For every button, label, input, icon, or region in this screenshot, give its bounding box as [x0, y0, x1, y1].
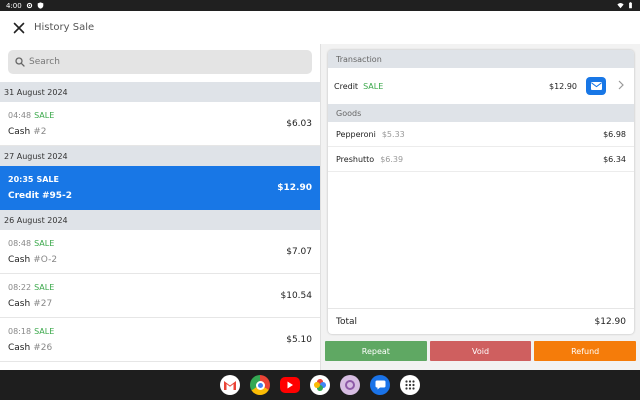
sale-method-line: Cash #27 [8, 299, 52, 309]
shield-icon [37, 2, 44, 9]
sales-history-panel: 31 August 2024 04:48SALE Cash#2 $6.03 27… [0, 44, 320, 370]
sale-number: #95-2 [41, 191, 73, 201]
sale-row[interactable]: 08:48 SALE Cash #O-2 $7.07 [0, 230, 320, 274]
youtube-icon[interactable] [280, 377, 300, 393]
gmail-icon[interactable] [220, 375, 240, 395]
sale-time: 20:35 [8, 175, 34, 184]
sale-kind: SALE [34, 283, 55, 292]
sale-row[interactable]: 04:48 SALE Cash #2 $6.03 [0, 102, 320, 146]
date-group-header: 31 August 2024 [0, 82, 320, 102]
date-group-header: 26 August 2024 [0, 210, 320, 230]
date-group-header: 27 August 2024 [0, 146, 320, 166]
sale-detail-card: Transaction Credit SALE $12.90 Goods Pep… [328, 50, 634, 334]
app-launcher-icon[interactable] [400, 375, 420, 395]
sale-number: #2 [33, 127, 47, 137]
wifi-icon [617, 3, 624, 9]
search-input[interactable] [29, 57, 289, 67]
transaction-amount: $12.90 [549, 81, 577, 91]
photos-icon[interactable] [310, 375, 330, 395]
sale-detail-panel: Transaction Credit SALE $12.90 Goods Pep… [321, 44, 640, 370]
sale-method-line: Cash #2 [8, 127, 46, 137]
sale-method-line: Cash #26 [8, 343, 52, 353]
sale-time-line: 08:48 SALE [8, 239, 54, 248]
sale-method-line: Credit #95-2 [8, 191, 72, 201]
sale-time-line: 08:22 SALE [8, 283, 54, 292]
taskbar [0, 370, 640, 400]
sale-row-selected[interactable]: 20:35 SALE Credit #95-2 $12.90 [0, 166, 320, 210]
search-icon [15, 57, 25, 67]
transaction-method: Credit [334, 81, 359, 91]
sale-number: #O-2 [33, 255, 58, 265]
transaction-row[interactable]: Credit SALE $12.90 [328, 68, 634, 104]
refund-button[interactable]: Refund [534, 341, 637, 361]
email-receipt-button[interactable] [586, 77, 606, 95]
sale-number: #27 [33, 299, 53, 309]
sale-amount: $12.90 [277, 183, 312, 193]
sale-time: 08:18 [8, 327, 32, 336]
goods-unit-price: $5.33 [381, 129, 405, 139]
goods-name: Preshutto [336, 154, 375, 164]
chrome-icon[interactable] [250, 375, 270, 395]
search-box[interactable] [8, 50, 312, 74]
action-buttons: Repeat Void Refund [325, 341, 637, 361]
goods-name: Pepperoni [336, 129, 376, 139]
chevron-right-icon[interactable] [618, 80, 624, 90]
battery-icon [629, 2, 632, 9]
sale-amount: $7.07 [286, 247, 312, 257]
sales-list: 31 August 2024 04:48 SALE Cash #2 $6.03 27… [0, 82, 320, 362]
sale-time: 04:48 [8, 111, 32, 120]
sale-method: Cash [8, 343, 31, 353]
status-time: 4:00 [6, 1, 22, 10]
mail-icon [590, 82, 602, 90]
sale-amount: $6.03 [286, 119, 312, 129]
sale-time-line: 08:18 SALE [8, 327, 54, 336]
sale-method: Cash [8, 299, 31, 309]
goods-section-header: Goods [328, 104, 634, 122]
transaction-section-header: Transaction [328, 50, 634, 68]
app-bar: History Sale [0, 11, 640, 44]
goods-amount: $6.34 [603, 154, 626, 164]
camera-icon[interactable] [340, 375, 360, 395]
sale-number: #26 [33, 343, 53, 353]
sale-kind: SALE [36, 175, 59, 184]
sale-time-line: 04:48 SALE [8, 111, 54, 120]
goods-amount: $6.98 [603, 129, 626, 139]
settings-icon [26, 2, 32, 9]
sale-row[interactable]: 08:22 SALE Cash #27 $10.54 [0, 274, 320, 318]
sale-amount: $5.10 [286, 335, 312, 345]
sale-kind: SALE [34, 111, 55, 120]
sale-method: Credit [8, 191, 39, 201]
sale-kind: SALE [34, 239, 55, 248]
sale-time: 08:22 [8, 283, 32, 292]
sale-amount: $10.54 [280, 291, 313, 301]
total-label: Total [336, 316, 358, 327]
sale-method-line: Cash #O-2 [8, 255, 57, 265]
void-button[interactable]: Void [429, 341, 532, 361]
repeat-button[interactable]: Repeat [325, 341, 427, 361]
goods-row: Pepperoni $5.33 $6.98 [328, 122, 634, 147]
close-icon [13, 22, 25, 33]
total-row: Total $12.90 [328, 308, 634, 334]
close-button[interactable] [4, 13, 34, 43]
sale-method: Cash [8, 127, 31, 137]
goods-unit-price: $6.39 [380, 154, 404, 164]
page-title: History Sale [34, 22, 95, 33]
sale-kind: SALE [34, 327, 55, 336]
messages-icon[interactable] [370, 375, 390, 395]
total-amount: $12.90 [594, 316, 627, 327]
transaction-kind: SALE [363, 81, 384, 91]
sale-time: 08:48 [8, 239, 32, 248]
sale-method: Cash [8, 255, 31, 265]
sale-time-line: 20:35 SALE [8, 175, 59, 184]
goods-row: Preshutto $6.39 $6.34 [328, 147, 634, 172]
sale-row[interactable]: 08:18 SALE Cash #26 $5.10 [0, 318, 320, 362]
status-bar: 4:00 [0, 0, 640, 11]
